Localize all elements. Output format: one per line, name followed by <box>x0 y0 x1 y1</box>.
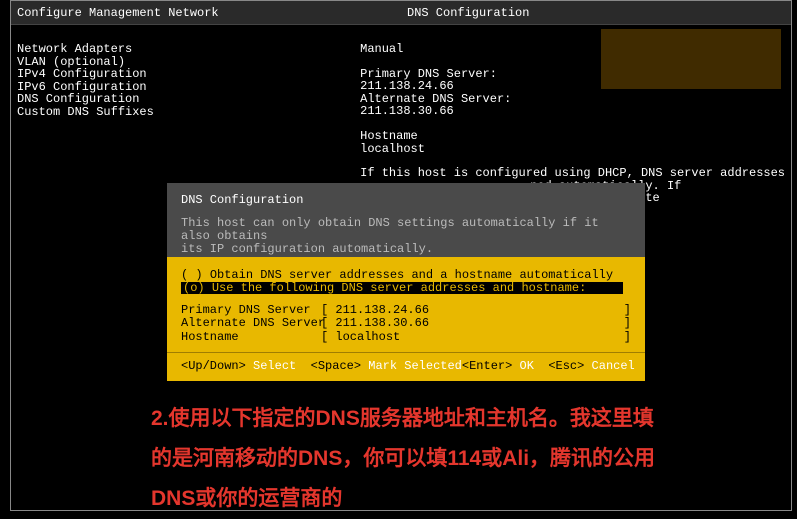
hostname-value: localhost <box>360 143 785 156</box>
field-label: Alternate DNS Server <box>181 317 321 330</box>
annotation-text: 2.使用以下指定的DNS服务器地址和主机名。我这里填的是河南移动的DNS，你可以… <box>151 399 671 519</box>
sidebar-item-network-adapters[interactable]: Network Adapters <box>17 43 348 56</box>
field-value: localhost <box>335 330 400 344</box>
field-value: 211.138.24.66 <box>335 303 429 317</box>
ok-button[interactable]: OK <box>520 359 534 373</box>
detail-hint-1: If this host is configured using DHCP, D… <box>360 167 785 180</box>
dialog-description: This host can only obtain DNS settings a… <box>181 217 631 257</box>
footer-right: <Enter> OK <Esc> Cancel <box>462 359 635 373</box>
sidebar-item-custom-suffixes[interactable]: Custom DNS Suffixes <box>17 106 348 119</box>
header-left: Configure Management Network <box>11 6 401 20</box>
alternate-dns-value: 211.138.30.66 <box>360 105 785 118</box>
dialog-title: DNS Configuration <box>181 193 631 207</box>
dialog-footer: <Up/Down> Select <Space> Mark Selected <… <box>167 352 645 381</box>
option-manual[interactable]: (o) Use the following DNS server address… <box>181 282 631 295</box>
dns-config-dialog: DNS Configuration This host can only obt… <box>167 183 645 381</box>
footer-left: <Up/Down> Select <Space> Mark Selected <box>181 359 462 373</box>
sidebar-item-ipv4[interactable]: IPv4 Configuration <box>17 68 348 81</box>
dns-fields: Primary DNS Server [ 211.138.24.66] Alte… <box>181 304 631 344</box>
hostname-label: Hostname <box>360 130 785 143</box>
dialog-body: ( ) Obtain DNS server addresses and a ho… <box>167 257 645 352</box>
dialog-header: DNS Configuration This host can only obt… <box>167 183 645 257</box>
field-label: Hostname <box>181 331 321 344</box>
cancel-button[interactable]: Cancel <box>592 359 635 373</box>
overlay-hint-box <box>601 29 781 89</box>
esxi-console: Configure Management Network DNS Configu… <box>10 0 792 511</box>
field-alternate-dns[interactable]: Alternate DNS Server [ 211.138.30.66] <box>181 317 631 330</box>
field-hostname[interactable]: Hostname [ localhost] <box>181 331 631 344</box>
field-value: 211.138.30.66 <box>335 316 429 330</box>
header-bar: Configure Management Network DNS Configu… <box>11 1 791 25</box>
header-right: DNS Configuration <box>401 6 529 20</box>
